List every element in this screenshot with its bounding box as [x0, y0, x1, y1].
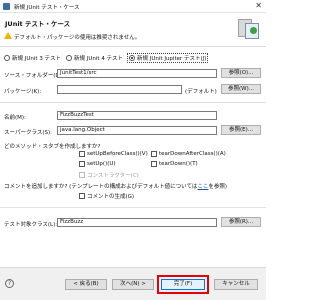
checkbox-box — [79, 151, 85, 157]
superclass-input[interactable]: java.lang.Object — [57, 126, 217, 135]
wizard-footer: ? < 戻る(B) 次へ(N) > 完了(F) キャンセル — [0, 267, 266, 300]
package-default-note: (デフォルト) — [185, 89, 217, 95]
radio-junit3[interactable]: 新規 JUnit 3 テスト — [4, 54, 61, 62]
superclass-label: スーパークラス(S): — [4, 130, 52, 136]
radio-circle — [4, 55, 10, 61]
checkbox-constructor: コンストラクター(C) — [79, 171, 139, 179]
separator — [0, 102, 266, 103]
separator — [0, 207, 266, 208]
highlight-box — [157, 275, 209, 294]
checkbox-box — [79, 193, 85, 199]
templates-link[interactable]: ここ — [197, 184, 208, 190]
title-bar: 新規 JUnit テスト・ケース ✕ — [0, 0, 266, 13]
radio-junit-jupiter[interactable]: 新規 JUnit Jupiter テスト(J) — [127, 53, 209, 63]
comments-question: コメントを追加しますか? (テンプレートの構成およびデフォルト値についてはここを… — [4, 184, 228, 190]
radio-junit4[interactable]: 新規 JUnit 4 テスト — [66, 54, 123, 62]
warning-message: デフォルト・パッケージの使用は推奨されません。 — [14, 35, 141, 41]
checkbox-setup-before-class[interactable]: setUpBeforeClass()(V) — [79, 151, 148, 157]
warning-icon — [4, 32, 12, 39]
help-icon[interactable]: ? — [5, 279, 14, 288]
next-button[interactable]: 次へ(N) > — [112, 279, 154, 290]
checkbox-generate-comments[interactable]: コメントの生成(G) — [79, 192, 134, 200]
browse-superclass-button[interactable]: 参照(E)... — [221, 125, 261, 135]
checkbox-box — [79, 172, 85, 178]
junit-wizard-banner-icon — [238, 17, 260, 41]
radio-circle-selected — [129, 55, 135, 61]
radio-circle — [66, 55, 72, 61]
close-icon[interactable]: ✕ — [255, 1, 262, 10]
source-folder-label: ソース・フォルダー(D): — [4, 73, 64, 79]
package-label: パッケージ(K): — [4, 89, 42, 95]
class-under-test-input[interactable]: FizzBuzz — [57, 218, 217, 227]
back-button[interactable]: < 戻る(B) — [65, 279, 107, 290]
class-under-test-label: テスト対象クラス(L): — [4, 222, 58, 228]
name-label: 名前(M): — [4, 115, 26, 121]
window-title: 新規 JUnit テスト・ケース — [14, 5, 80, 11]
wizard-header: JUnit テスト・ケース デフォルト・パッケージの使用は推奨されません。 — [0, 13, 266, 47]
checkbox-teardown-after-class[interactable]: tearDownAfterClass()(A) — [151, 151, 226, 157]
browse-package-button[interactable]: 参照(W)... — [221, 84, 261, 94]
eclipse-app-icon — [3, 3, 10, 10]
name-input[interactable]: FizzBuzzTest — [57, 111, 217, 120]
package-input[interactable] — [57, 85, 182, 94]
checkbox-box — [151, 151, 157, 157]
checkbox-setup[interactable]: setUp()(U) — [79, 161, 116, 167]
checkbox-box — [151, 161, 157, 167]
wizard-body: 新規 JUnit 3 テスト 新規 JUnit 4 テスト 新規 JUnit J… — [0, 47, 266, 267]
cancel-button[interactable]: キャンセル — [214, 279, 258, 290]
browse-source-folder-button[interactable]: 参照(O)... — [221, 68, 261, 78]
browse-class-under-test-button[interactable]: 参照(R)... — [221, 217, 261, 227]
stubs-question: どのメソッド・スタブを作成しますか? — [4, 144, 101, 150]
checkbox-teardown[interactable]: tearDown()(T) — [151, 161, 198, 167]
page-title: JUnit テスト・ケース — [5, 20, 71, 28]
checkbox-box — [79, 161, 85, 167]
source-folder-input[interactable]: JunitTest1/src — [57, 69, 217, 78]
